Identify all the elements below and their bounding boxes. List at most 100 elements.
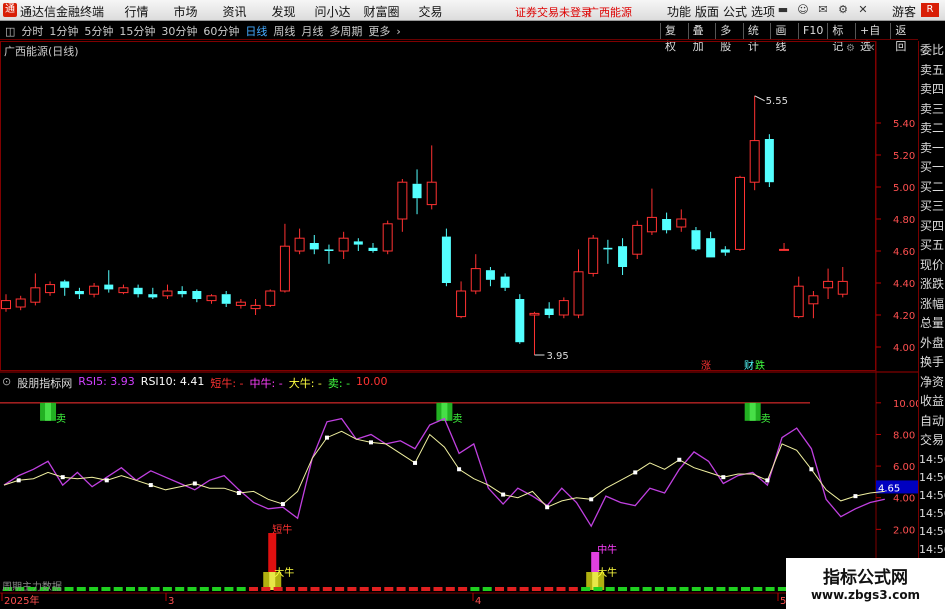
f10-button[interactable]: F10 xyxy=(798,23,827,39)
tick-time: 14:56 xyxy=(919,506,945,520)
tab-monthly[interactable]: 月线 xyxy=(298,24,326,39)
short-bull-label: 短牛 xyxy=(272,523,292,536)
guest-label[interactable]: 游客 xyxy=(892,3,916,20)
side-panel-item[interactable]: 卖三 xyxy=(919,100,945,120)
side-panel-item[interactable]: 外盘 xyxy=(919,334,945,354)
side-panel-item[interactable]: 收益 xyxy=(919,392,945,412)
y-tick-label: 4.20 xyxy=(893,311,915,322)
side-panel-item[interactable]: 卖二 xyxy=(919,119,945,139)
menu-trade[interactable]: 交易 xyxy=(406,3,455,20)
side-panel-item[interactable]: 买二 xyxy=(919,178,945,198)
menu-news[interactable]: 资讯 xyxy=(210,3,259,20)
side-panel-item[interactable]: 买一 xyxy=(919,158,945,178)
settings-icon[interactable]: ⚙ xyxy=(846,43,855,54)
side-panel-item[interactable]: 涨跌 xyxy=(919,275,945,295)
tab-15min[interactable]: 15分钟 xyxy=(116,24,158,39)
side-panel-item[interactable]: 买五 xyxy=(919,236,945,256)
chevron-right-icon[interactable]: › xyxy=(393,24,403,39)
login-notice[interactable]: 证券交易未登录 xyxy=(515,4,592,20)
panel-toggle-icon[interactable]: ◫ xyxy=(2,24,18,39)
candle-body-up xyxy=(632,224,643,255)
menu-wealth[interactable]: 财富圈 xyxy=(357,3,406,20)
side-panel-item[interactable]: 委比 xyxy=(919,41,945,61)
menu-function[interactable]: 功能 xyxy=(665,3,693,20)
menu-market[interactable]: 市场 xyxy=(161,3,210,20)
volume-dash xyxy=(384,587,394,591)
add-watchlist-button[interactable]: +自选 xyxy=(854,23,890,53)
side-panel-item[interactable]: 换手 xyxy=(919,353,945,373)
back-button[interactable]: 返回 xyxy=(890,23,918,53)
menu-ask[interactable]: 问小达 xyxy=(308,3,357,20)
volume-dash xyxy=(187,587,197,591)
settings-icon[interactable]: ⚙ xyxy=(836,2,850,17)
tab-60min[interactable]: 60分钟 xyxy=(200,24,242,39)
user-icon[interactable]: ☺ xyxy=(796,2,810,17)
menu-options[interactable]: 选项 xyxy=(749,3,777,20)
rsi10-marker xyxy=(589,497,594,502)
main-menu: 行情 市场 资讯 发现 问小达 财富圈 交易 xyxy=(112,3,455,20)
side-panel-item[interactable]: 交易 xyxy=(919,431,945,451)
tab-1min[interactable]: 1分钟 xyxy=(46,24,81,39)
y-tick-label: 4.40 xyxy=(893,279,915,290)
side-panel-item[interactable]: 买三 xyxy=(919,197,945,217)
volume-dash xyxy=(433,587,443,591)
overlay-button[interactable]: 叠加 xyxy=(687,23,716,53)
candle-body-up xyxy=(749,140,760,183)
candle-body-down xyxy=(515,299,525,343)
side-panel-item[interactable]: 买四 xyxy=(919,217,945,237)
close-icon[interactable]: ✕ xyxy=(856,2,870,17)
indicator-name[interactable]: 股朋指标网 xyxy=(17,375,72,390)
stats-button[interactable]: 统计 xyxy=(742,23,771,53)
event-label-finance: 财 xyxy=(744,359,754,372)
side-panel-item[interactable]: 自动 xyxy=(919,412,945,432)
menu-layout[interactable]: 版面 xyxy=(693,3,721,20)
minimize-icon[interactable]: ▬ xyxy=(776,2,790,17)
multi-stock-button[interactable]: 多股 xyxy=(715,23,743,53)
rsi10-marker xyxy=(545,505,550,510)
window-controls: ▬ ☺ ✉ ⚙ ✕ xyxy=(776,2,870,17)
tab-daily[interactable]: 日线 xyxy=(242,24,270,39)
candle-body-down xyxy=(74,291,84,295)
candle-body-up xyxy=(588,237,599,274)
volume-dash xyxy=(249,587,258,591)
candle-body-up xyxy=(573,271,584,316)
adjust-button[interactable]: 复权 xyxy=(660,23,688,53)
candle-body-up xyxy=(89,285,100,295)
tab-5min[interactable]: 5分钟 xyxy=(81,24,116,39)
mark-button[interactable]: 标记 xyxy=(827,23,855,53)
side-panel-item[interactable]: 卖一 xyxy=(919,139,945,159)
tab-weekly[interactable]: 周线 xyxy=(270,24,298,39)
side-panel-item[interactable]: 净资 xyxy=(919,373,945,393)
candle-body-up xyxy=(265,290,276,306)
close-icon[interactable]: ✕ xyxy=(867,43,875,54)
current-value-label: 4.65 xyxy=(878,483,900,494)
indicator-toggle-icon[interactable]: ⊙ xyxy=(2,375,11,390)
indicator-header: ⊙ 股朋指标网 RSI5: 3.93 RSI10: 4.41 短牛: - 中牛:… xyxy=(2,375,388,390)
tab-more[interactable]: 更多 xyxy=(365,24,393,39)
tab-30min[interactable]: 30分钟 xyxy=(158,24,200,39)
candle-body-up xyxy=(470,268,481,292)
message-icon[interactable]: ✉ xyxy=(816,2,830,17)
side-panel-item[interactable]: 涨幅 xyxy=(919,295,945,315)
candle-body-up xyxy=(30,287,41,303)
draw-line-button[interactable]: 画线 xyxy=(770,23,798,53)
volume-dash xyxy=(212,587,222,591)
volume-dash xyxy=(347,587,357,591)
candle-body-down xyxy=(148,294,158,298)
volume-dash xyxy=(765,587,775,591)
tab-intraday[interactable]: 分时 xyxy=(18,24,46,39)
menu-quotes[interactable]: 行情 xyxy=(112,3,161,20)
side-panel-item[interactable]: 现价 xyxy=(919,256,945,276)
candle-body-down xyxy=(60,281,70,288)
volume-dash xyxy=(199,587,209,591)
side-panel-item[interactable]: 卖四 xyxy=(919,80,945,100)
chart-area[interactable]: 5.40 5.20 5.00 4.80 4.60 4.40 4.20 4.00 5.55 3.9… xyxy=(0,41,918,609)
tab-multi-period[interactable]: 多周期 xyxy=(326,24,365,39)
menu-formula[interactable]: 公式 xyxy=(721,3,749,20)
high-price-label: 5.55 xyxy=(766,96,788,107)
side-panel-item[interactable]: 卖五 xyxy=(919,61,945,81)
rsi5-label: RSI5: 3.93 xyxy=(78,375,135,388)
side-panel-item[interactable]: 总量 xyxy=(919,314,945,334)
menu-discover[interactable]: 发现 xyxy=(259,3,308,20)
tick-time: 14:56 xyxy=(919,470,945,484)
